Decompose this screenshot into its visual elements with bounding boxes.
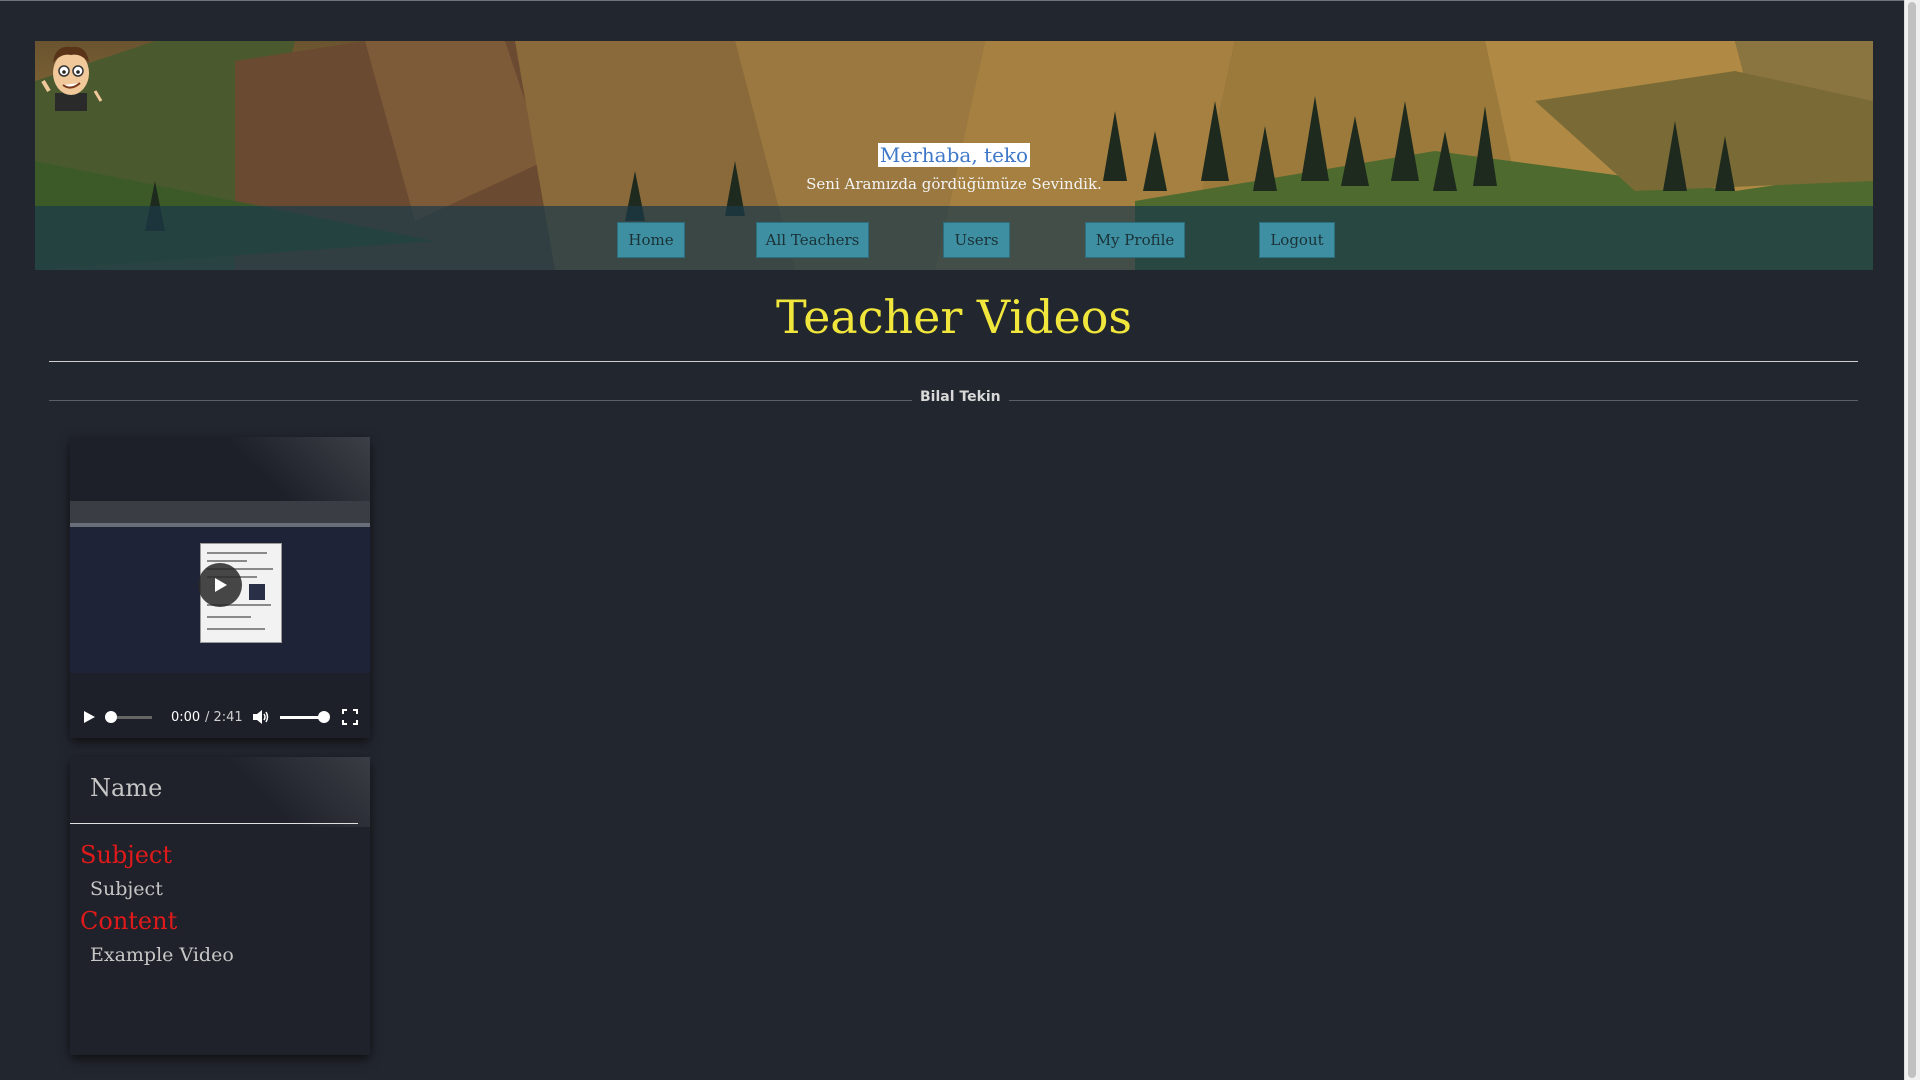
play-icon — [215, 578, 227, 592]
welcome-subtitle: Seni Aramızda gördüğümüze Sevindik. — [806, 175, 1102, 193]
nav-users-button[interactable]: Users — [943, 222, 1010, 258]
video-info-card: Name Subject Subject Content Example Vid… — [70, 757, 370, 1055]
card-divider — [70, 823, 358, 824]
subject-value: Subject — [90, 878, 163, 900]
header-banner: Merhaba, teko Seni Aramızda gördüğümüze … — [35, 41, 1873, 270]
nav-home-button[interactable]: Home — [617, 222, 685, 258]
title-divider — [49, 361, 1858, 362]
nav-all-teachers-button[interactable]: All Teachers — [756, 222, 869, 258]
navbar: Home All Teachers Users My Profile Logou… — [35, 206, 1873, 270]
avatar — [41, 46, 103, 111]
video-controls: 0:00 / 2:41 — [70, 699, 370, 735]
seek-thumb[interactable] — [105, 711, 117, 723]
window-top-border — [0, 0, 1905, 1]
duration: / 2:41 — [205, 710, 243, 725]
fullscreen-icon[interactable] — [342, 709, 358, 725]
nav-my-profile-button[interactable]: My Profile — [1085, 222, 1185, 258]
volume-icon[interactable] — [252, 709, 270, 725]
seek-bar[interactable] — [105, 711, 152, 723]
play-overlay-button[interactable] — [198, 563, 242, 607]
subject-label: Subject — [80, 841, 172, 869]
play-icon[interactable] — [82, 710, 96, 724]
video-name: Name — [90, 774, 163, 802]
content-value: Example Video — [90, 944, 234, 966]
card-glare — [230, 437, 370, 507]
current-time: 0:00 — [171, 710, 201, 725]
content-label: Content — [80, 907, 178, 935]
page-scrollbar[interactable] — [1904, 0, 1920, 1080]
page-title: Teacher Videos — [775, 290, 1133, 344]
nav-logout-button[interactable]: Logout — [1259, 222, 1335, 258]
video-thumbnail-toolbar — [70, 501, 370, 523]
card-glare — [230, 757, 370, 827]
scrollbar-thumb[interactable] — [1908, 2, 1916, 1078]
greeting-text: Merhaba, teko — [877, 143, 1031, 167]
video-thumbnail-tabs — [70, 523, 370, 527]
teacher-name: Bilal Tekin — [912, 389, 1009, 405]
volume-slider[interactable] — [280, 711, 330, 723]
volume-thumb[interactable] — [318, 711, 330, 723]
video-card: 0:00 / 2:41 — [70, 437, 370, 738]
